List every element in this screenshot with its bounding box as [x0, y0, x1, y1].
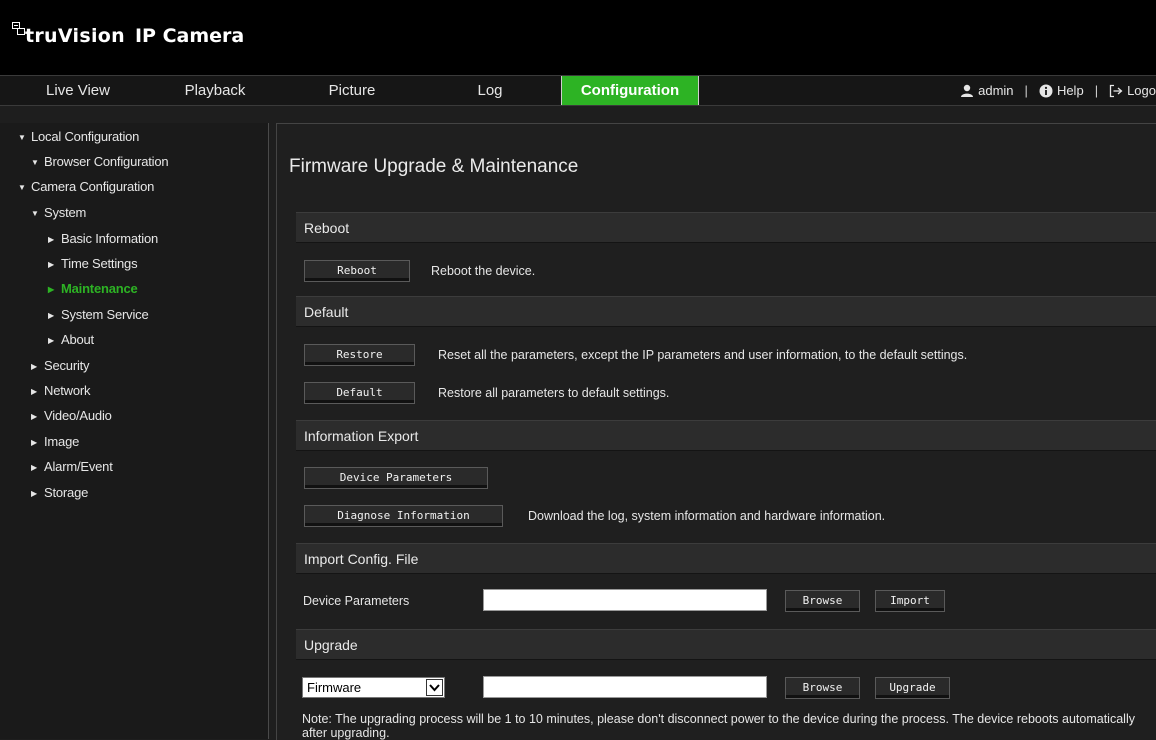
logout-icon [1109, 84, 1123, 97]
expanded-arrow-icon: ▼ [18, 183, 26, 192]
section-title: Import Config. File [304, 551, 419, 567]
default-description: Restore all parameters to default settin… [438, 386, 670, 400]
tree-video-audio[interactable]: ▶ Video/Audio [31, 408, 112, 423]
camera-network-icon [12, 22, 25, 35]
tree-system-service[interactable]: ▶ System Service [48, 307, 149, 322]
tree-time-settings[interactable]: ▶ Time Settings [48, 256, 138, 271]
tree-image[interactable]: ▶ Image [31, 434, 79, 449]
section-title: Default [304, 304, 349, 320]
collapsed-arrow-icon: ▶ [48, 336, 54, 345]
logout-label: Logo [1127, 83, 1156, 98]
expanded-arrow-icon: ▼ [18, 133, 26, 142]
section-title: Upgrade [304, 637, 358, 653]
tab-picture[interactable]: Picture [292, 76, 412, 105]
default-button[interactable]: Default [304, 382, 415, 404]
upgrade-file-path-field[interactable] [483, 676, 767, 698]
tree-storage[interactable]: ▶ Storage [31, 485, 88, 500]
logout-link[interactable]: Logo [1109, 83, 1156, 98]
section-upgrade: Upgrade [296, 629, 1156, 660]
tree-about[interactable]: ▶ About [48, 332, 94, 347]
tree-local-configuration[interactable]: ▼ Local Configuration [18, 129, 139, 144]
section-information-export: Information Export [296, 420, 1156, 451]
collapsed-arrow-icon: ▶ [31, 489, 37, 498]
upgrade-note: Note: The upgrading process will be 1 to… [302, 712, 1135, 740]
reboot-button[interactable]: Reboot [304, 260, 410, 282]
section-default: Default [296, 296, 1156, 327]
collapsed-arrow-icon: ▶ [31, 463, 37, 472]
upgrade-type-select[interactable]: Firmware [302, 677, 445, 698]
import-device-parameters-label: Device Parameters [303, 594, 410, 608]
tree-security[interactable]: ▶ Security [31, 358, 90, 373]
dropdown-button[interactable] [426, 679, 443, 696]
tab-live-view[interactable]: Live View [18, 76, 138, 105]
diagnose-information-button[interactable]: Diagnose Information [304, 505, 503, 527]
collapsed-arrow-icon: ▶ [31, 412, 37, 421]
divider: | [1024, 83, 1028, 98]
username: admin [978, 83, 1014, 98]
diagnose-description: Download the log, system information and… [528, 509, 886, 523]
divider: | [1094, 83, 1099, 98]
section-import-config: Import Config. File [296, 543, 1156, 574]
page-title: Firmware Upgrade & Maintenance [289, 156, 579, 177]
user-icon [961, 84, 974, 97]
help-link[interactable]: Help [1039, 83, 1084, 98]
config-tree: ▼ Local Configuration ▼ Browser Configurat… [0, 123, 269, 739]
tree-basic-information[interactable]: ▶ Basic Information [48, 231, 158, 246]
help-label: Help [1056, 83, 1084, 98]
user-bar: admin | Help | Logo [960, 76, 1156, 105]
collapsed-arrow-icon: ▶ [48, 311, 54, 320]
app-logo: truVision IP Camera [12, 21, 244, 47]
section-title: Information Export [304, 428, 419, 444]
product-name: IP Camera [134, 25, 245, 47]
collapsed-arrow-icon: ▶ [48, 285, 54, 294]
user-menu[interactable]: admin [960, 83, 1014, 98]
collapsed-arrow-icon: ▶ [48, 235, 54, 244]
expanded-arrow-icon: ▼ [31, 209, 39, 218]
tree-browser-configuration[interactable]: ▼ Browser Configuration [31, 154, 169, 169]
restore-description: Reset all the parameters, except the IP … [438, 348, 968, 362]
device-parameters-export-button[interactable]: Device Parameters [304, 467, 488, 489]
tree-maintenance[interactable]: ▶ Maintenance [48, 281, 138, 296]
brand-name: truVision [25, 25, 125, 47]
tree-system[interactable]: ▼ System [31, 205, 86, 220]
expanded-arrow-icon: ▼ [31, 158, 39, 167]
info-icon [1039, 84, 1053, 97]
reboot-description: Reboot the device. [431, 264, 536, 278]
import-button[interactable]: Import [875, 590, 945, 612]
tab-log[interactable]: Log [430, 76, 550, 105]
section-title: Reboot [304, 220, 350, 236]
collapsed-arrow-icon: ▶ [31, 387, 37, 396]
tab-playback[interactable]: Playback [155, 76, 275, 105]
tree-camera-configuration[interactable]: ▼ Camera Configuration [18, 179, 154, 194]
collapsed-arrow-icon: ▶ [31, 362, 37, 371]
main-panel: Firmware Upgrade & Maintenance Reboot Re… [276, 123, 1156, 740]
upgrade-type-value: Firmware [307, 680, 362, 695]
tab-configuration[interactable]: Configuration [561, 76, 699, 105]
upgrade-button[interactable]: Upgrade [875, 677, 950, 699]
restore-button[interactable]: Restore [304, 344, 415, 366]
main-nav: Live View Playback Picture Log Configura… [0, 75, 1156, 106]
collapsed-arrow-icon: ▶ [31, 438, 37, 447]
import-file-path-field[interactable] [483, 589, 767, 611]
import-browse-button[interactable]: Browse [785, 590, 860, 612]
section-reboot: Reboot [296, 212, 1156, 243]
tree-network[interactable]: ▶ Network [31, 383, 90, 398]
tree-alarm-event[interactable]: ▶ Alarm/Event [31, 459, 113, 474]
chevron-down-icon [429, 684, 440, 692]
top-bar: truVision IP Camera [0, 0, 1156, 75]
collapsed-arrow-icon: ▶ [48, 260, 54, 269]
upgrade-browse-button[interactable]: Browse [785, 677, 860, 699]
